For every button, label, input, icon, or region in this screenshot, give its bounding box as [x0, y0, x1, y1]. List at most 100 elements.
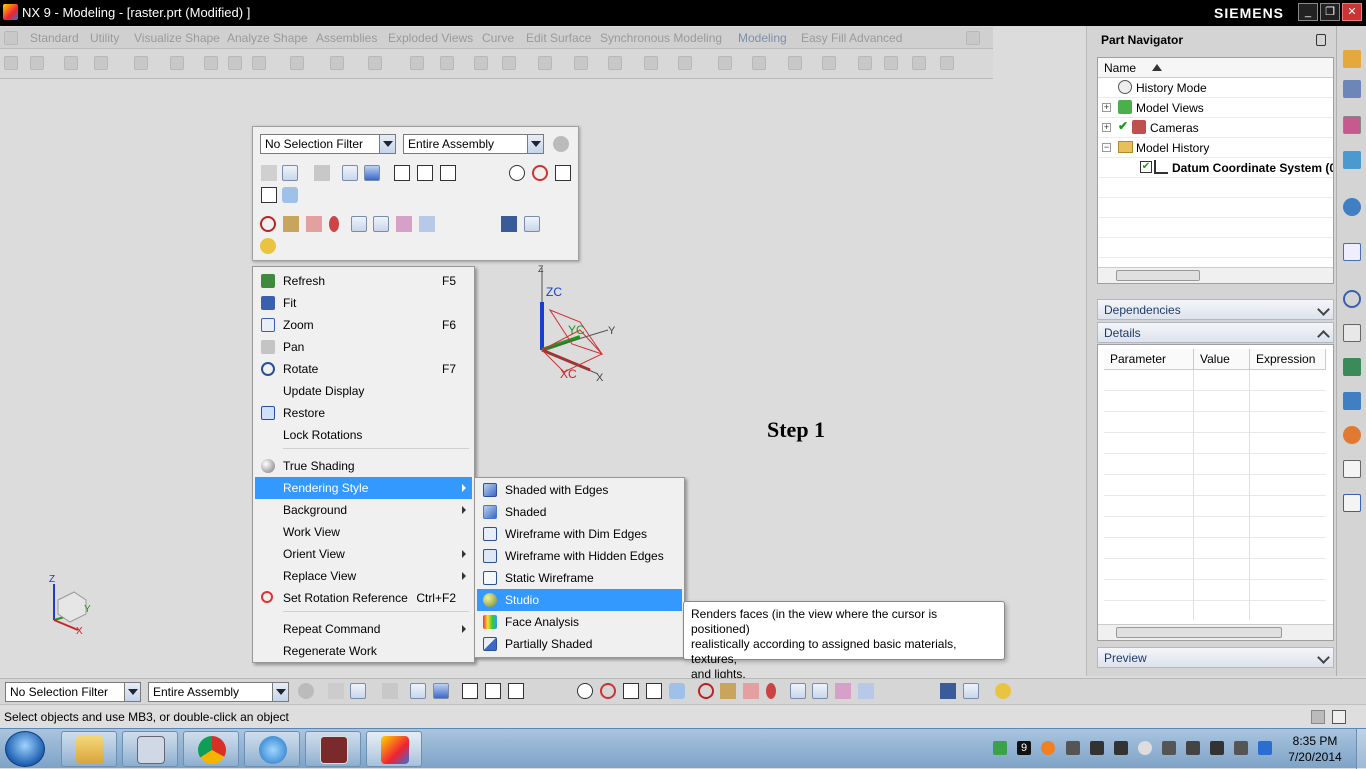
menu-item-pan[interactable]: Pan: [255, 336, 472, 358]
submenu-item-shaded[interactable]: Shaded: [477, 501, 682, 523]
tool-icon[interactable]: [474, 56, 488, 70]
reuse-library-icon[interactable]: [1343, 151, 1361, 169]
toolbar-options-icon[interactable]: [4, 31, 18, 45]
type-filter-icon[interactable]: [282, 165, 298, 181]
tool-icon[interactable]: [644, 56, 658, 70]
settings-icon[interactable]: [553, 136, 569, 152]
tab-edit-surface[interactable]: Edit Surface: [526, 31, 591, 45]
menu-item-zoom[interactable]: Zoom F6: [255, 314, 472, 336]
solid-icon[interactable]: [364, 165, 380, 181]
end-point-icon[interactable]: [417, 165, 433, 181]
taskbar-clock[interactable]: 8:35 PM 7/20/2014: [1282, 733, 1348, 765]
network-signal-icon[interactable]: [1210, 741, 1224, 755]
manufacturing-wizards-icon[interactable]: [1343, 392, 1361, 410]
menu-item-regenerate-work[interactable]: Regenerate Work: [255, 640, 472, 662]
assembly-navigator-icon[interactable]: [1343, 50, 1361, 68]
submenu-item-static-wireframe[interactable]: Static Wireframe: [477, 567, 682, 589]
expand-icon[interactable]: +: [1102, 123, 1111, 132]
usb-icon[interactable]: [1186, 741, 1200, 755]
taskbar-chrome[interactable]: [183, 731, 239, 767]
tray-app-icon[interactable]: [1041, 741, 1055, 755]
tab-overflow-icon[interactable]: [966, 31, 980, 45]
curve-icon[interactable]: [463, 165, 479, 181]
tree-node-model-history[interactable]: − Model History: [1098, 138, 1333, 158]
tab-analyze-shape[interactable]: Analyze Shape: [227, 31, 308, 45]
arc-center-icon[interactable]: [509, 165, 525, 181]
taskbar-nx[interactable]: [366, 731, 422, 767]
close-button[interactable]: ✕: [1342, 3, 1362, 21]
tool-icon[interactable]: [608, 56, 622, 70]
chevron-down-icon[interactable]: [272, 683, 288, 701]
menu-item-background[interactable]: Background: [255, 499, 472, 521]
tool-icon[interactable]: [538, 56, 552, 70]
snap-point-icon[interactable]: [394, 165, 410, 181]
tool-icon[interactable]: [30, 56, 44, 70]
constraint-navigator-icon[interactable]: [1343, 80, 1361, 98]
tray-app-icon[interactable]: [993, 741, 1007, 755]
chevron-down-icon[interactable]: [379, 135, 395, 153]
tree-node-history-mode[interactable]: History Mode: [1098, 78, 1333, 98]
details-panel-header[interactable]: Details: [1097, 322, 1334, 343]
tab-assemblies[interactable]: Assemblies: [316, 31, 377, 45]
expression-column-header[interactable]: Expression: [1250, 349, 1326, 370]
lightbulb-icon[interactable]: [260, 238, 276, 254]
system-materials-icon[interactable]: [1343, 324, 1361, 342]
web-browser-icon[interactable]: [1343, 243, 1361, 261]
quadrant-icon[interactable]: [532, 165, 548, 181]
dependencies-panel-header[interactable]: Dependencies: [1097, 299, 1334, 320]
color-icon[interactable]: [835, 683, 851, 699]
selection-filter-dropdown[interactable]: No Selection Filter: [260, 134, 396, 154]
tool-icon[interactable]: [94, 56, 108, 70]
snap-point-icon[interactable]: [462, 683, 478, 699]
clip-icon[interactable]: [766, 683, 776, 699]
section-icon[interactable]: [698, 683, 714, 699]
window-icon[interactable]: [524, 216, 540, 232]
analysis-icon[interactable]: [306, 216, 322, 232]
point-on-face-icon[interactable]: [282, 187, 298, 203]
process-studio-icon[interactable]: [1343, 358, 1361, 376]
tab-utility[interactable]: Utility: [90, 31, 119, 45]
intersection-icon[interactable]: [486, 165, 502, 181]
arc-center-icon[interactable]: [577, 683, 593, 699]
solid-icon[interactable]: [433, 683, 449, 699]
undo-icon[interactable]: [881, 683, 897, 699]
tool-icon[interactable]: [368, 56, 382, 70]
tool-icon[interactable]: [574, 56, 588, 70]
color-icon[interactable]: [396, 216, 412, 232]
tool-icon[interactable]: [788, 56, 802, 70]
tab-visualize-shape[interactable]: Visualize Shape: [134, 31, 220, 45]
body-icon[interactable]: [342, 165, 358, 181]
tool-icon[interactable]: [678, 56, 692, 70]
measure-icon[interactable]: [283, 216, 299, 232]
tab-exploded-views[interactable]: Exploded Views: [388, 31, 473, 45]
existing-point-icon[interactable]: [623, 683, 639, 699]
clip-icon[interactable]: [329, 216, 339, 232]
menu-item-rendering-style[interactable]: Rendering Style: [255, 477, 472, 499]
tool-icon[interactable]: [822, 56, 836, 70]
part-navigator-icon[interactable]: [1343, 116, 1361, 134]
selection-scope-dropdown[interactable]: Entire Assembly: [403, 134, 544, 154]
menu-item-fit[interactable]: Fit: [255, 292, 472, 314]
undo-icon[interactable]: [442, 216, 458, 232]
bottom-selection-filter-dropdown[interactable]: No Selection Filter: [5, 682, 141, 702]
tab-easy-fill-advanced[interactable]: Easy Fill Advanced: [801, 31, 902, 45]
palette-icon[interactable]: [1343, 494, 1361, 512]
section-icon[interactable]: [260, 216, 276, 232]
show-desktop-button[interactable]: [1356, 729, 1366, 769]
tree-node-cameras[interactable]: + ✔ Cameras: [1098, 118, 1333, 138]
tab-curve[interactable]: Curve: [482, 31, 514, 45]
status-icon[interactable]: [1311, 710, 1325, 724]
save-icon[interactable]: [940, 683, 956, 699]
submenu-item-wireframe-dim-edges[interactable]: Wireframe with Dim Edges: [477, 523, 682, 545]
assembly-icon[interactable]: [314, 165, 330, 181]
menu-item-replace-view[interactable]: Replace View: [255, 565, 472, 587]
lightbulb-icon[interactable]: [995, 683, 1011, 699]
collapse-icon[interactable]: −: [1102, 143, 1111, 152]
settings-icon[interactable]: [298, 683, 314, 699]
history-icon[interactable]: [1343, 290, 1361, 308]
tree-node-model-views[interactable]: + Model Views: [1098, 98, 1333, 118]
tray-app-icon[interactable]: [1162, 741, 1176, 755]
gear-icon[interactable]: [4, 56, 18, 70]
select-icon[interactable]: [261, 165, 277, 181]
tab-standard[interactable]: Standard: [30, 31, 79, 45]
